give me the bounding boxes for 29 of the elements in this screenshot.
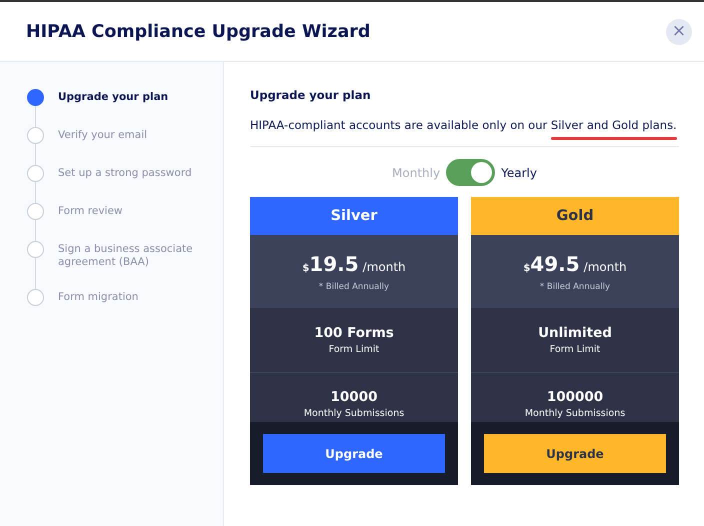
step-label: Upgrade your plan [58,91,168,104]
form-limit-value: Unlimited [538,325,612,341]
step-label: Form review [58,205,123,218]
plan-name: Silver [250,197,458,235]
window-title: HIPAA Compliance Upgrade Wizard [26,22,370,42]
upgrade-button[interactable]: Upgrade [263,434,445,473]
submissions-value: 100000 [546,389,604,405]
yearly-label: Yearly [501,166,537,180]
billing-note: * Billed Annually [540,282,610,292]
step-label: Set up a strong password [58,167,192,180]
submissions-label: Monthly Submissions [524,408,626,419]
section-heading: Upgrade your plan [250,88,372,102]
upgrade-button[interactable]: Upgrade [484,434,666,473]
form-limit-value: 100 Forms [314,325,394,341]
step-label: Verify your email [58,129,148,142]
submissions-value: 10000 [330,389,378,405]
step-label: Sign a business associate agreement (BAA) [58,243,193,269]
form-limit-label: Form Limit [328,344,380,355]
plan-price: $19.5 /month [302,252,406,276]
step-label: Form migration [58,291,138,304]
submissions-label: Monthly Submissions [304,408,404,419]
billing-toggle[interactable] [446,159,496,186]
plan-price: $49.5 /month [523,252,627,276]
plan-name: Gold [471,197,679,235]
monthly-label: Monthly [392,166,440,180]
intro-text: HIPAA-compliant accounts are available only on our Silver and Gold plans. [250,118,679,147]
close-button[interactable]: × [666,18,692,44]
billing-note: * Billed Annually [318,282,390,292]
form-limit-label: Form Limit [550,344,600,355]
